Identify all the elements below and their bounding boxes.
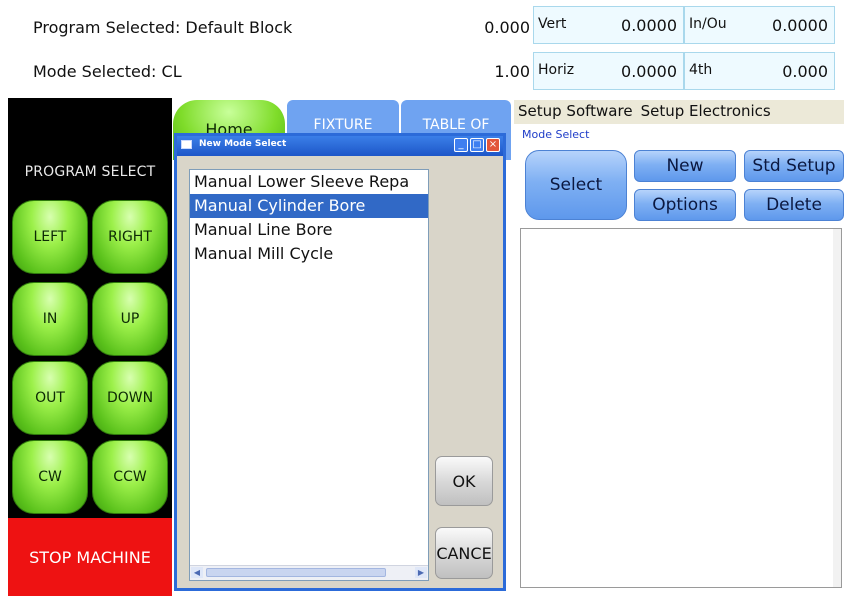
list-item[interactable]: Manual Lower Sleeve Repa [190, 170, 428, 194]
tab-setup-electronics[interactable]: Setup Electronics [641, 102, 771, 120]
scroll-left-icon[interactable]: ◀ [191, 567, 203, 578]
in-button[interactable]: IN [12, 282, 88, 356]
mode-listbox[interactable]: Manual Lower Sleeve Repa Manual Cylinder… [189, 169, 429, 581]
mode-selected-text: Mode Selected: CL [33, 62, 182, 81]
program-selected-text: Program Selected: Default Block [33, 18, 293, 37]
program-select-panel: PROGRAM SELECT LEFT RIGHT IN UP OUT DOWN… [8, 98, 172, 518]
horizontal-scrollbar[interactable]: ◀ ▶ [190, 565, 428, 580]
delete-button[interactable]: Delete [744, 189, 844, 221]
axis-label: Vert [538, 16, 567, 32]
axis-horiz-cell: Horiz 0.0000 [533, 52, 684, 90]
select-button[interactable]: Select [525, 150, 627, 220]
axis-label: 4th [689, 62, 713, 78]
dialog-title-bar[interactable]: New Mode Select _ □ × [177, 136, 503, 156]
close-icon[interactable]: × [486, 138, 500, 152]
down-button[interactable]: DOWN [92, 361, 168, 435]
ccw-button[interactable]: CCW [92, 440, 168, 514]
setup-tab-bar: Setup Software Setup Electronics [514, 100, 844, 124]
left-button[interactable]: LEFT [12, 200, 88, 274]
axis-label: In/Ou [689, 16, 727, 32]
axis-value: 0.0000 [621, 62, 677, 81]
scrollbar-thumb[interactable] [206, 568, 386, 577]
maximize-icon[interactable]: □ [470, 138, 484, 152]
vertical-scrollbar[interactable] [833, 229, 841, 587]
axis-vert-cell: Vert 0.0000 [533, 6, 684, 44]
readout-value: 0.000 [484, 18, 530, 37]
axis-label: Horiz [538, 62, 575, 78]
axis-value: 0.0000 [621, 16, 677, 35]
dialog-title: New Mode Select [199, 139, 287, 149]
options-button[interactable]: Options [634, 189, 736, 221]
list-item[interactable]: Manual Line Bore [190, 218, 428, 242]
right-button[interactable]: RIGHT [92, 200, 168, 274]
mode-list-panel[interactable] [520, 228, 842, 588]
scroll-right-icon[interactable]: ▶ [415, 567, 427, 578]
readout-value: 1.00 [494, 62, 530, 81]
stop-machine-button[interactable]: STOP MACHINE [8, 518, 172, 596]
list-item[interactable]: Manual Mill Cycle [190, 242, 428, 266]
mode-select-group-label: Mode Select [522, 128, 590, 141]
cw-button[interactable]: CW [12, 440, 88, 514]
new-button[interactable]: New [634, 150, 736, 182]
ok-button[interactable]: OK [435, 456, 493, 506]
program-select-title: PROGRAM SELECT [24, 164, 156, 180]
minimize-icon[interactable]: _ [454, 138, 468, 152]
up-button[interactable]: UP [92, 282, 168, 356]
axis-inout-cell: In/Ou 0.0000 [684, 6, 835, 44]
out-button[interactable]: OUT [12, 361, 88, 435]
axis-value: 0.000 [782, 62, 828, 81]
new-mode-select-dialog: New Mode Select _ □ × Manual Lower Sleev… [174, 133, 506, 591]
std-setup-button[interactable]: Std Setup [744, 150, 844, 182]
tab-setup-software[interactable]: Setup Software [518, 102, 633, 120]
axis-value: 0.0000 [772, 16, 828, 35]
axis-4th-cell: 4th 0.000 [684, 52, 835, 90]
list-item-selected[interactable]: Manual Cylinder Bore [190, 194, 428, 218]
cancel-button[interactable]: CANCE [435, 527, 493, 579]
window-icon [181, 140, 192, 149]
